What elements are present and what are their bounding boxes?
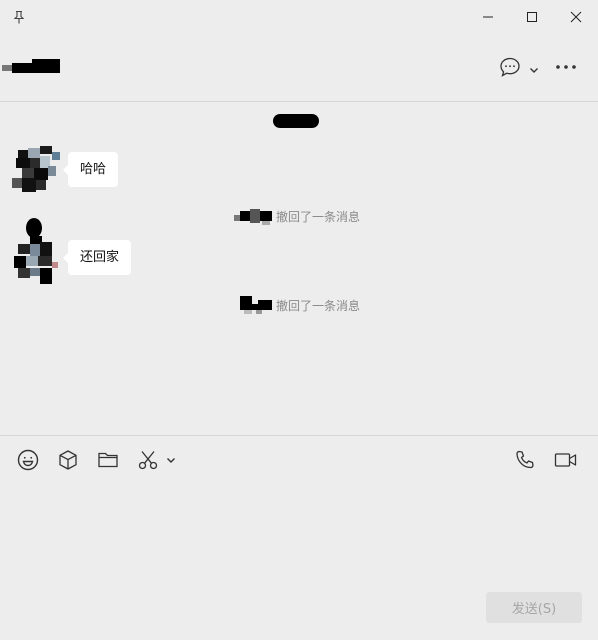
pin-icon[interactable] xyxy=(11,9,27,25)
chat-bubble-icon[interactable] xyxy=(499,56,521,78)
title-bar xyxy=(0,0,598,34)
chevron-down-icon[interactable] xyxy=(162,448,180,472)
video-icon[interactable] xyxy=(554,448,578,472)
chevron-down-icon[interactable] xyxy=(528,61,540,73)
recall-text: 撤回了一条消息 xyxy=(276,209,361,224)
box-icon[interactable] xyxy=(56,448,80,472)
recall-notice: 撤回了一条消息 xyxy=(232,294,360,316)
folder-icon[interactable] xyxy=(96,448,120,472)
message-list[interactable]: 哈哈 撤回了一条消息 还回家 撤回了一条消息 xyxy=(0,102,598,435)
recall-notice: 撤回了一条消息 xyxy=(232,205,360,227)
chat-header xyxy=(0,34,598,101)
recall-text: 撤回了一条消息 xyxy=(276,298,361,313)
message-item: 还回家 xyxy=(0,218,598,289)
message-bubble[interactable]: 还回家 xyxy=(62,240,132,275)
emoji-icon[interactable] xyxy=(16,448,40,472)
phone-icon[interactable] xyxy=(513,448,537,472)
close-button[interactable] xyxy=(554,0,598,34)
scissors-icon[interactable] xyxy=(136,448,160,472)
message-bubble[interactable]: 哈哈 xyxy=(62,152,119,187)
avatar[interactable] xyxy=(12,146,60,194)
recalled-by-redacted xyxy=(232,296,276,314)
close-icon xyxy=(570,11,582,23)
input-toolbar xyxy=(0,436,598,484)
avatar[interactable] xyxy=(12,218,60,286)
send-button[interactable]: 发送(S) xyxy=(486,592,582,623)
more-icon[interactable] xyxy=(554,56,578,78)
maximize-button[interactable] xyxy=(510,0,554,34)
contact-name-redacted xyxy=(2,59,60,73)
minimize-icon xyxy=(483,16,493,18)
message-item: 哈哈 xyxy=(0,146,598,196)
timestamp-redacted xyxy=(273,114,319,128)
recalled-by-redacted xyxy=(232,207,276,225)
minimize-button[interactable] xyxy=(466,0,510,34)
message-input[interactable] xyxy=(0,484,598,584)
maximize-icon xyxy=(527,12,537,22)
